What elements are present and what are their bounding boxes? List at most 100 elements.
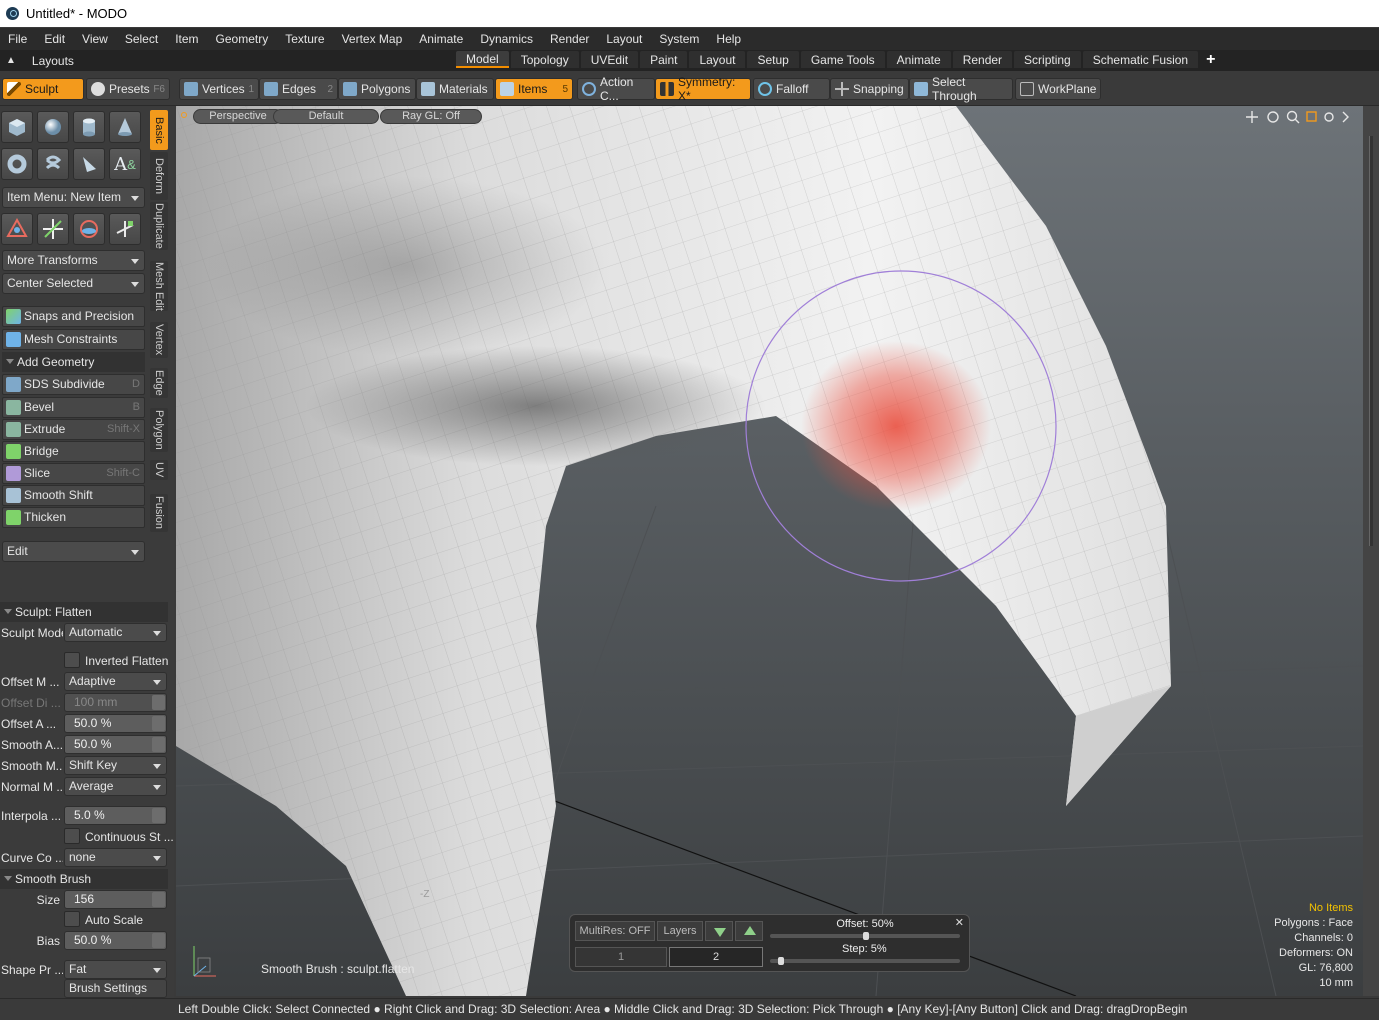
step-slider[interactable] — [770, 957, 960, 965]
sculpt-mode-select[interactable]: Automatic — [64, 623, 167, 642]
offset-mode-select[interactable]: Adaptive — [64, 672, 167, 691]
materials-button[interactable]: Materials — [416, 78, 494, 100]
menu-animate[interactable]: Animate — [419, 32, 463, 46]
menu-help[interactable]: Help — [716, 32, 741, 46]
interpolation-field[interactable]: 5.0 % — [64, 806, 167, 825]
raygl-dropdown[interactable]: Ray GL: Off — [380, 109, 482, 124]
more-transforms-dropdown[interactable]: More Transforms — [2, 250, 145, 271]
tab-schematic-fusion[interactable]: Schematic Fusion — [1082, 51, 1199, 68]
vertices-button[interactable]: Vertices 1 — [179, 78, 259, 100]
scrollbar-track[interactable] — [1369, 136, 1373, 546]
offset-slider[interactable] — [770, 932, 960, 940]
offset-slider-handle[interactable] — [863, 932, 869, 940]
falloff-button[interactable]: Falloff — [753, 78, 830, 100]
level-2-button[interactable]: 2 — [669, 947, 763, 967]
snaps-precision-button[interactable]: Snaps and Precision — [2, 306, 145, 327]
layers-button[interactable]: Layers — [657, 921, 703, 941]
continuous-checkbox[interactable] — [64, 828, 80, 844]
bias-field[interactable]: 50.0 % — [64, 931, 167, 950]
items-button[interactable]: Items 5 — [495, 78, 573, 100]
item-menu-dropdown[interactable]: Item Menu: New Item — [2, 187, 145, 208]
multires-toggle[interactable]: MultiRes: OFF — [575, 921, 655, 941]
menu-item[interactable]: Item — [175, 32, 198, 46]
presets-button[interactable]: Presets F6 — [86, 78, 170, 100]
menu-texture[interactable]: Texture — [285, 32, 324, 46]
3d-viewport[interactable]: Perspective Default Ray GL: Off -Z Smoot… — [176, 106, 1363, 996]
vtab-fusion[interactable]: Fusion — [150, 494, 168, 532]
tab-game-tools[interactable]: Game Tools — [800, 51, 885, 68]
vtab-edge[interactable]: Edge — [150, 368, 168, 398]
symmetry-button[interactable]: Symmetry: X* — [655, 75, 751, 103]
thicken-button[interactable]: Thicken — [2, 507, 145, 528]
tab-model[interactable]: Model — [456, 51, 509, 68]
right-scrollbar[interactable] — [1363, 106, 1379, 996]
vtab-duplicate[interactable]: Duplicate — [150, 202, 168, 250]
menu-file[interactable]: File — [8, 32, 27, 46]
smooth-mode-select[interactable]: Shift Key — [64, 756, 167, 775]
capsule-icon[interactable] — [37, 148, 69, 180]
vtab-mesh-edit[interactable]: Mesh Edit — [150, 261, 168, 311]
shape-preset-select[interactable]: Fat — [64, 960, 167, 979]
sculpt-button[interactable]: Sculpt — [2, 78, 84, 100]
menu-select[interactable]: Select — [125, 32, 158, 46]
center-selected-dropdown[interactable]: Center Selected — [2, 273, 145, 294]
tab-render[interactable]: Render — [952, 51, 1013, 68]
move-tool-icon[interactable] — [1, 213, 33, 245]
menu-vertex-map[interactable]: Vertex Map — [342, 32, 403, 46]
transform-tool-icon[interactable] — [109, 213, 141, 245]
action-center-button[interactable]: Action C... — [577, 75, 655, 103]
vtab-polygon[interactable]: Polygon — [150, 408, 168, 452]
level-down-button[interactable] — [705, 921, 733, 941]
extrude-button[interactable]: Extrude Shift-X — [2, 419, 145, 440]
smooth-brush-header[interactable]: Smooth Brush — [0, 869, 168, 889]
vtab-deform[interactable]: Deform — [150, 152, 168, 200]
cube-icon[interactable] — [1, 111, 33, 143]
menu-edit[interactable]: Edit — [44, 32, 65, 46]
perspective-dropdown[interactable]: Perspective — [193, 109, 283, 124]
mesh-constraints-button[interactable]: Mesh Constraints — [2, 329, 145, 350]
polygons-button[interactable]: Polygons — [338, 78, 416, 100]
vtab-basic[interactable]: Basic — [150, 110, 168, 150]
menu-dynamics[interactable]: Dynamics — [480, 32, 533, 46]
scale-tool-icon[interactable] — [73, 213, 105, 245]
menu-system[interactable]: System — [659, 32, 699, 46]
sphere-icon[interactable] — [37, 111, 69, 143]
menu-view[interactable]: View — [82, 32, 108, 46]
level-up-button[interactable] — [735, 921, 763, 941]
level-1-button[interactable]: 1 — [575, 947, 667, 967]
offset-amount-field[interactable]: 50.0 % — [64, 714, 167, 733]
bridge-button[interactable]: Bridge — [2, 441, 145, 462]
smooth-amount-field[interactable]: 50.0 % — [64, 735, 167, 754]
rotate-tool-icon[interactable] — [37, 213, 69, 245]
edit-dropdown[interactable]: Edit — [2, 541, 145, 562]
edges-button[interactable]: Edges 2 — [259, 78, 338, 100]
offset-distance-field[interactable]: 100 mm — [64, 693, 167, 712]
sketch-icon[interactable] — [73, 148, 105, 180]
brush-settings-button[interactable]: Brush Settings — [64, 979, 167, 998]
torus-icon[interactable] — [1, 148, 33, 180]
tab-scripting[interactable]: Scripting — [1014, 51, 1081, 68]
sds-subdivide-button[interactable]: SDS Subdivide D — [2, 374, 145, 395]
smooth-shift-button[interactable]: Smooth Shift — [2, 485, 145, 506]
cylinder-icon[interactable] — [73, 111, 105, 143]
add-geometry-header[interactable]: Add Geometry — [2, 352, 145, 372]
layouts-button[interactable]: ▲ Layouts — [0, 54, 170, 68]
vtab-uv[interactable]: UV — [150, 460, 168, 480]
shading-dropdown[interactable]: Default — [273, 109, 379, 124]
curve-select[interactable]: none — [64, 848, 167, 867]
tab-layout[interactable]: Layout — [689, 51, 746, 68]
bevel-button[interactable]: Bevel B — [2, 397, 145, 418]
menu-layout[interactable]: Layout — [606, 32, 642, 46]
tab-animate[interactable]: Animate — [886, 51, 951, 68]
menu-render[interactable]: Render — [550, 32, 589, 46]
slice-button[interactable]: Slice Shift-C — [2, 463, 145, 484]
viewport-canvas[interactable] — [176, 106, 1363, 996]
select-through-button[interactable]: Select Through — [909, 75, 1013, 103]
tab-topology[interactable]: Topology — [510, 51, 579, 68]
close-icon[interactable]: ✕ — [955, 916, 964, 929]
size-field[interactable]: 156 — [64, 890, 167, 909]
normal-mode-select[interactable]: Average — [64, 777, 167, 796]
tab-setup[interactable]: Setup — [747, 51, 799, 68]
viewport-nav-icons[interactable] — [1246, 110, 1349, 124]
workplane-button[interactable]: WorkPlane — [1015, 78, 1101, 100]
